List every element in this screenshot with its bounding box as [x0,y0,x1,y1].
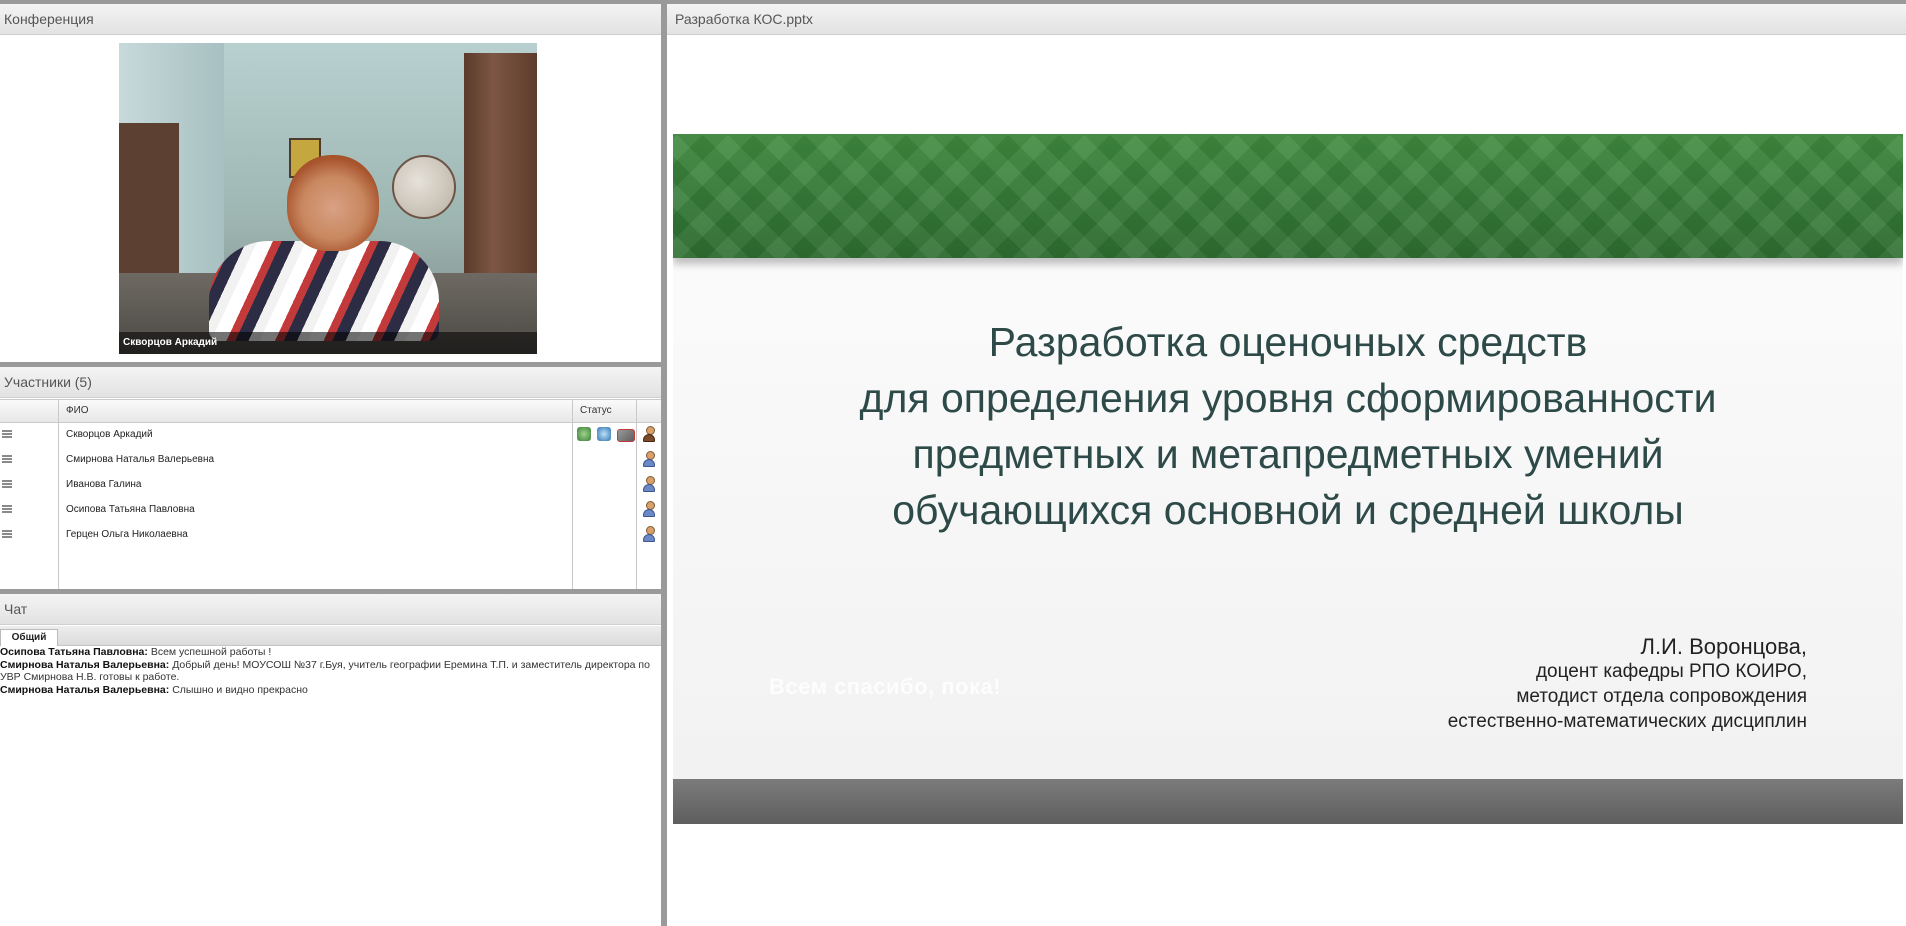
presentation-panel-title: Разработка КОС.pptx [667,4,1906,35]
slide-header-band [673,134,1903,258]
video-speaker-label: Скворцов Аркадий [119,332,537,354]
slide-title-line: обучающихся основной и средней школы [892,487,1684,533]
slide-footer-band [673,779,1903,824]
row-menu-icon[interactable] [2,505,12,513]
slide-title-line: для определения уровня сформированности [859,375,1717,421]
participants-panel-title: Участники (5) [0,367,661,398]
chat-message: Осипова Татьяна Павловна: Всем успешной … [0,646,661,659]
participant-row[interactable]: Скворцов Аркадий [0,422,661,447]
user-icon [643,501,655,517]
chat-text: Всем успешной работы ! [150,646,272,658]
user-icon [643,426,655,442]
slide-author-line: доцент кафедры РПО КОИРО, [1535,661,1807,682]
participant-name: Герцен Ольга Николаевна [66,529,188,540]
presenter-icon [577,427,591,441]
participants-grid: ФИО Статус Скворцов Аркадий Смирнова Нат… [0,399,661,590]
chat-messages: Осипова Татьяна Павловна: Всем успешной … [0,646,661,926]
chat-panel-title: Чат [0,594,661,625]
user-icon [643,451,655,467]
slide-author-name: Л.И. Воронцова, [1640,634,1808,659]
row-menu-icon[interactable] [2,530,12,538]
row-menu-icon[interactable] [2,455,12,463]
slide-title-line: предметных и метапредметных умений [912,431,1664,477]
moderator-icon [597,427,611,441]
participant-row[interactable]: Иванова Галина [0,472,661,497]
row-menu-icon[interactable] [2,430,12,438]
slide-author-block: Л.И. Воронцова, доцент кафедры РПО КОИРО… [1448,634,1807,734]
slide-title-line: Разработка оценочных средств [988,319,1588,365]
participants-grid-header: ФИО Статус [0,400,661,423]
chat-tab-general[interactable]: Общий [0,629,58,646]
chat-message: Смирнова Наталья Валерьевна: Слышно и ви… [0,684,661,697]
participant-row[interactable]: Осипова Татьяна Павловна [0,497,661,522]
slide-title: Разработка оценочных средств для определ… [673,314,1903,538]
user-icon [643,526,655,542]
slide-overlay-text: Всем спасибо, пока! [769,674,1002,699]
chat-tab-bar: Общий [0,626,661,646]
video-feed[interactable]: Скворцов Аркадий [119,43,537,354]
user-icon [643,476,655,492]
video-person-head [287,155,379,251]
column-header-status[interactable]: Статус [580,400,612,422]
slide-author-line: методист отдела сопровождения [1516,686,1807,707]
chat-text: Слышно и видно прекрасно [172,683,308,696]
conference-panel-title: Конференция [0,4,661,35]
participant-name: Иванова Галина [66,479,142,490]
presentation-slide[interactable]: Разработка оценочных средств для определ… [673,134,1903,824]
participant-row[interactable]: Герцен Ольга Николаевна [0,522,661,547]
chat-author: Смирнова Наталья Валерьевна: [0,683,170,696]
slide-author-line: естественно-математических дисциплин [1447,711,1807,732]
video-person-body [209,241,439,341]
column-header-name[interactable]: ФИО [66,400,89,422]
video-mirror [392,155,456,219]
row-menu-icon[interactable] [2,480,12,488]
chat-author: Осипова Татьяна Павловна: [0,646,148,658]
participant-name: Осипова Татьяна Павловна [66,504,195,515]
participant-name: Смирнова Наталья Валерьевна [66,454,215,465]
participant-name: Скворцов Аркадий [66,429,153,440]
chat-message: Смирнова Наталья Валерьевна: Добрый день… [0,659,661,684]
camera-icon [617,429,635,442]
participant-row[interactable]: Смирнова Наталья Валерьевна [0,447,661,472]
chat-author: Смирнова Наталья Валерьевна: [0,658,170,671]
